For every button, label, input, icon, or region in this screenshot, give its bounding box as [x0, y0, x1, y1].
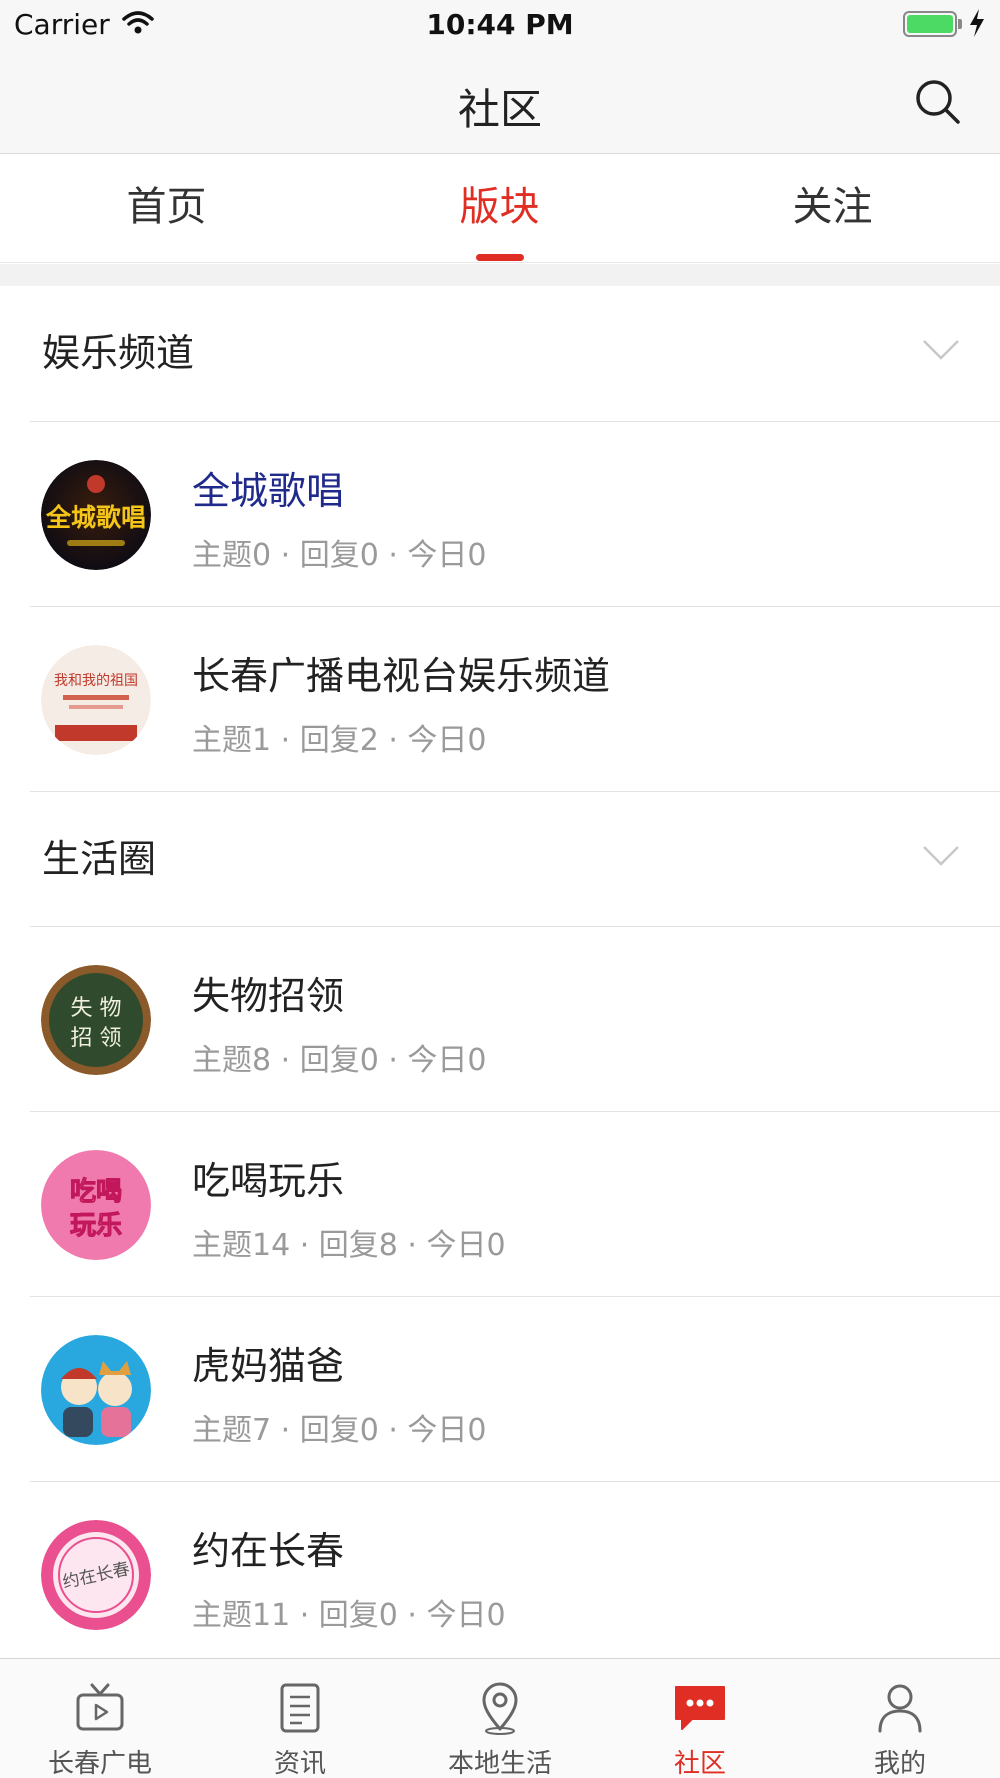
bottom-tab-label: 资讯	[273, 1749, 326, 1778]
chevron-down-icon[interactable]	[922, 844, 960, 872]
svg-text:招 领: 招 领	[71, 1026, 122, 1051]
board-row-meet-changchun[interactable]: 约在长春 约在长春 主题11 · 回复0 · 今日0	[0, 1482, 1000, 1657]
bottom-tab-label: 社区	[673, 1749, 726, 1778]
status-bar: Carrier 10:44 PM	[0, 0, 1000, 50]
page-title: 社区	[457, 85, 542, 134]
battery-tip	[958, 19, 962, 29]
section-header-life-circle[interactable]: 生活圈	[0, 792, 1000, 927]
board-name: 虎妈猫爸	[192, 1344, 345, 1388]
tab-following[interactable]: 关注	[666, 155, 999, 263]
board-row-quancheng[interactable]: 全城歌唱 全城歌唱 主题0 · 回复0 · 今日0	[0, 422, 1000, 606]
active-tab-indicator	[475, 254, 524, 261]
section-header-entertainment[interactable]: 娱乐频道	[0, 286, 1000, 421]
bottom-tab-profile[interactable]: 我的	[800, 1659, 1000, 1778]
news-list-icon	[280, 1683, 320, 1733]
section-gap	[0, 264, 1000, 286]
bottom-tab-news[interactable]: 资讯	[200, 1659, 400, 1778]
charging-bolt-icon	[968, 8, 986, 42]
search-icon	[916, 80, 960, 124]
board-row-food-fun[interactable]: 吃喝 玩乐 吃喝玩乐 主题14 · 回复8 · 今日0	[0, 1112, 1000, 1296]
segment-tabs: 首页 版块 关注	[0, 155, 1000, 263]
bottom-tab-label: 长春广电	[47, 1749, 152, 1778]
tab-home-label: 首页	[126, 184, 207, 230]
board-row-parents[interactable]: 虎妈猫爸 主题7 · 回复0 · 今日0	[0, 1297, 1000, 1481]
search-button[interactable]	[912, 76, 964, 128]
tab-following-label: 关注	[792, 184, 873, 230]
board-stats: 主题11 · 回复0 · 今日0	[192, 1598, 506, 1633]
board-row-lost-found[interactable]: 失 物 招 领 失物招领 主题8 · 回复0 · 今日0	[0, 927, 1000, 1111]
bottom-tab-local-life[interactable]: 本地生活	[400, 1659, 600, 1778]
tv-icon	[76, 1683, 124, 1731]
board-avatar: 失 物 招 领	[41, 965, 151, 1075]
user-profile-icon	[878, 1684, 922, 1733]
bottom-tab-community[interactable]: 社区	[600, 1659, 800, 1778]
svg-text:玩乐: 玩乐	[70, 1211, 122, 1241]
tab-boards-label: 版块	[459, 184, 540, 230]
bottom-tab-label: 本地生活	[447, 1749, 552, 1778]
svg-text:失 物: 失 物	[71, 996, 122, 1021]
svg-text:吃喝: 吃喝	[70, 1177, 122, 1207]
board-name: 约在长春	[192, 1529, 345, 1573]
board-stats: 主题8 · 回复0 · 今日0	[192, 1043, 487, 1078]
location-pin-icon	[482, 1682, 518, 1735]
avatar-caption: 我和我的祖国	[54, 673, 138, 689]
board-avatar: 吃喝 玩乐	[41, 1150, 151, 1260]
tab-home[interactable]: 首页	[0, 155, 333, 263]
chevron-down-icon[interactable]	[922, 338, 960, 366]
board-avatar: 我和我的祖国	[41, 645, 151, 755]
avatar-caption: 全城歌唱	[45, 503, 146, 532]
bottom-tab-bar: 长春广电 资讯 本地生活 社区 我的	[0, 1658, 1000, 1778]
board-row-entertainment-channel[interactable]: 我和我的祖国 长春广播电视台娱乐频道 主题1 · 回复2 · 今日0	[0, 607, 1000, 791]
board-stats: 主题1 · 回复2 · 今日0	[192, 723, 487, 758]
board-stats: 主题0 · 回复0 · 今日0	[192, 538, 487, 573]
board-stats: 主题7 · 回复0 · 今日0	[192, 1413, 487, 1448]
board-avatar: 全城歌唱	[41, 460, 151, 570]
board-name: 吃喝玩乐	[192, 1159, 345, 1203]
board-name: 失物招领	[192, 974, 345, 1018]
board-avatar	[41, 1335, 151, 1445]
board-avatar: 约在长春	[41, 1520, 151, 1630]
board-name: 长春广播电视台娱乐频道	[192, 654, 611, 698]
navigation-bar: 社区	[0, 50, 1000, 154]
bottom-tab-label: 我的	[873, 1749, 926, 1778]
bottom-tab-changchun-tv[interactable]: 长春广电	[0, 1659, 200, 1778]
section-title: 娱乐频道	[42, 331, 195, 375]
board-stats: 主题14 · 回复8 · 今日0	[192, 1228, 506, 1263]
board-name: 全城歌唱	[192, 469, 345, 513]
battery-icon	[903, 11, 957, 37]
chat-bubble-icon	[675, 1686, 725, 1730]
clock: 10:44 PM	[426, 8, 574, 41]
section-title: 生活圈	[42, 837, 157, 881]
tab-boards[interactable]: 版块	[333, 155, 666, 263]
